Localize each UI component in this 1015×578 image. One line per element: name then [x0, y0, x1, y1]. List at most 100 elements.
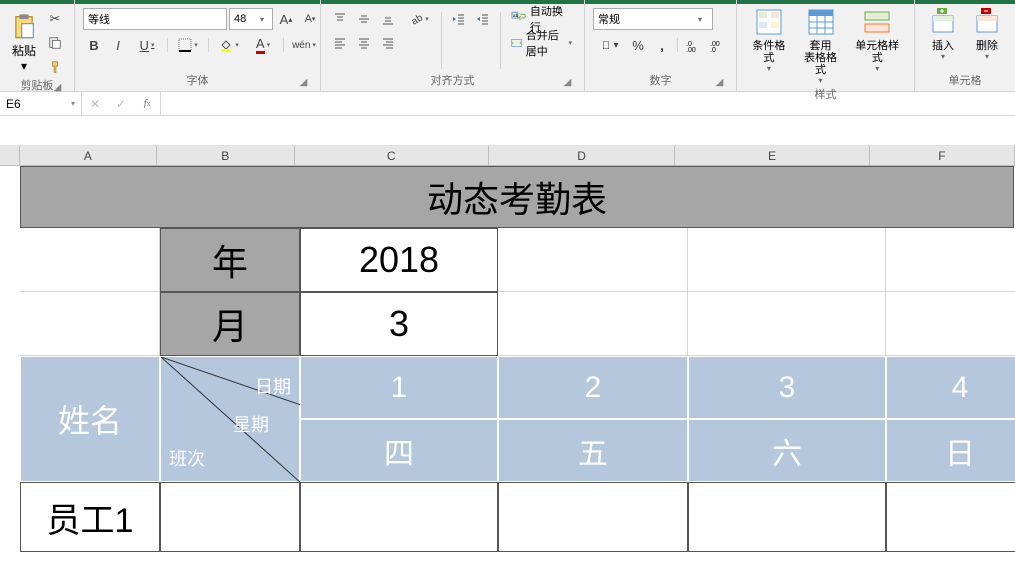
col-header-C[interactable]: C — [295, 146, 489, 165]
cell-F2[interactable] — [886, 228, 1015, 292]
fill-color-button[interactable]: ▾ — [213, 34, 245, 56]
merge-center-button[interactable]: 合并后居中 ▾ — [507, 32, 576, 54]
chevron-down-icon[interactable]: ▾ — [260, 15, 264, 24]
font-color-button[interactable]: A▾ — [247, 34, 279, 56]
number-dialog-launcher[interactable]: ◢ — [713, 75, 726, 88]
table-format-icon — [805, 6, 837, 38]
cell-C6[interactable] — [300, 482, 498, 552]
align-right-button[interactable] — [377, 32, 399, 54]
cell-weekday-2[interactable]: 五 — [498, 419, 688, 482]
number-format-combo[interactable]: ▾ — [593, 8, 713, 30]
increase-indent-icon — [476, 12, 490, 26]
percent-button[interactable]: % — [627, 34, 649, 56]
copy-icon — [48, 36, 62, 50]
bold-button[interactable]: B — [83, 34, 105, 56]
col-header-E[interactable]: E — [675, 146, 869, 165]
orientation-button[interactable]: ab▾ — [403, 8, 435, 30]
insert-cells-button[interactable]: 插入 ▾ — [923, 4, 963, 63]
cell-month-label[interactable]: 月 — [160, 292, 300, 356]
delete-icon — [971, 6, 1003, 38]
cell-D6[interactable] — [498, 482, 688, 552]
insert-function-button[interactable]: fx — [134, 92, 160, 115]
font-dialog-launcher[interactable]: ◢ — [297, 75, 310, 88]
cell-styles-button[interactable]: 单元格样式 ▾ — [848, 4, 906, 75]
name-box[interactable]: ▾ — [0, 92, 82, 115]
italic-button[interactable]: I — [107, 34, 129, 56]
paste-button[interactable]: 粘贴 ▾ — [8, 8, 40, 75]
format-painter-button[interactable] — [44, 56, 66, 78]
cell-F3[interactable] — [886, 292, 1015, 356]
font-size-input[interactable] — [234, 13, 256, 25]
alignment-dialog-launcher[interactable]: ◢ — [561, 75, 574, 88]
increase-font-button[interactable]: A▴ — [275, 8, 297, 30]
decrease-font-button[interactable]: A▾ — [299, 8, 321, 30]
underline-button[interactable]: U▾ — [131, 34, 163, 56]
styles-group-label: 样式 — [815, 89, 837, 101]
cell-name-header[interactable]: 姓名 — [20, 356, 160, 482]
cell-E3[interactable] — [688, 292, 886, 356]
cell-year-value[interactable]: 2018 — [300, 228, 498, 292]
col-header-D[interactable]: D — [489, 146, 676, 165]
increase-decimal-button[interactable]: .0.00 — [682, 34, 704, 56]
cell-A2[interactable] — [20, 228, 160, 292]
name-box-input[interactable] — [6, 97, 60, 111]
cell-A3[interactable] — [20, 292, 160, 356]
delete-cells-button[interactable]: 删除 ▾ — [967, 4, 1007, 63]
clipboard-dialog-launcher[interactable]: ◢ — [51, 80, 64, 93]
chevron-down-icon[interactable]: ▾ — [698, 15, 702, 24]
cut-button[interactable]: ✂ — [44, 8, 66, 30]
align-center-button[interactable] — [353, 32, 375, 54]
cell-weekday-1[interactable]: 四 — [300, 419, 498, 482]
decrease-decimal-button[interactable]: .00.0 — [706, 34, 728, 56]
cell-E6[interactable] — [688, 482, 886, 552]
accounting-format-button[interactable]: 󰏢▾ — [593, 34, 625, 56]
cell-day-2[interactable]: 2 — [498, 356, 688, 419]
align-top-button[interactable] — [329, 8, 351, 30]
decrease-indent-button[interactable] — [448, 8, 470, 30]
orientation-icon: ab — [409, 12, 423, 26]
cell-weekday-4[interactable]: 日 — [886, 419, 1015, 482]
number-format-input[interactable] — [598, 13, 694, 25]
border-button[interactable]: ▾ — [172, 34, 204, 56]
paste-label: 粘贴 — [12, 44, 36, 58]
chevron-down-icon[interactable]: ▾ — [71, 99, 75, 108]
ribbon: 粘贴 ▾ ✂ 剪贴板 ◢ ▾ ▾ — [0, 0, 1015, 92]
align-left-button[interactable] — [329, 32, 351, 54]
align-middle-button[interactable] — [353, 8, 375, 30]
cell-diagonal-header[interactable]: 日期 星期 班次 — [160, 356, 300, 482]
font-name-combo[interactable]: ▾ — [83, 8, 227, 30]
font-name-input[interactable] — [88, 13, 230, 25]
copy-button[interactable] — [44, 32, 66, 54]
cell-day-4[interactable]: 4 — [886, 356, 1015, 419]
col-header-F[interactable]: F — [870, 146, 1015, 165]
cell-year-label[interactable]: 年 — [160, 228, 300, 292]
cell-day-1[interactable]: 1 — [300, 356, 498, 419]
formula-cancel-button[interactable]: ✕ — [82, 92, 108, 115]
col-header-A[interactable]: A — [20, 146, 157, 165]
cell-E2[interactable] — [688, 228, 886, 292]
cell-styles-icon — [861, 6, 893, 38]
cell-F6[interactable] — [886, 482, 1015, 552]
col-header-B[interactable]: B — [157, 146, 294, 165]
format-as-table-button[interactable]: 套用 表格格式 ▾ — [797, 4, 845, 87]
cell-weekday-3[interactable]: 六 — [688, 419, 886, 482]
title-cell[interactable]: 动态考勤表 — [20, 166, 1014, 228]
phonetic-button[interactable]: wén▾ — [288, 34, 320, 56]
worksheet[interactable]: 动态考勤表 年 2018 月 3 姓名 日期 星期 班次 1 2 3 4 四 五… — [20, 166, 1015, 292]
comma-button[interactable]: , — [651, 34, 673, 56]
increase-indent-button[interactable] — [472, 8, 494, 30]
font-size-combo[interactable]: ▾ — [229, 8, 273, 30]
cell-month-value[interactable]: 3 — [300, 292, 498, 356]
select-all-corner[interactable] — [0, 146, 20, 165]
conditional-formatting-button[interactable]: 条件格式 ▾ — [745, 4, 793, 75]
align-bottom-button[interactable] — [377, 8, 399, 30]
cell-D3[interactable] — [498, 292, 688, 356]
cell-day-3[interactable]: 3 — [688, 356, 886, 419]
font-group-label: 字体 — [187, 75, 209, 87]
align-top-icon — [333, 12, 347, 26]
merge-center-icon — [511, 35, 522, 51]
cell-D2[interactable] — [498, 228, 688, 292]
formula-enter-button[interactable]: ✓ — [108, 92, 134, 115]
cell-B6[interactable] — [160, 482, 300, 552]
cell-employee-1[interactable]: 员工1 — [20, 482, 160, 552]
